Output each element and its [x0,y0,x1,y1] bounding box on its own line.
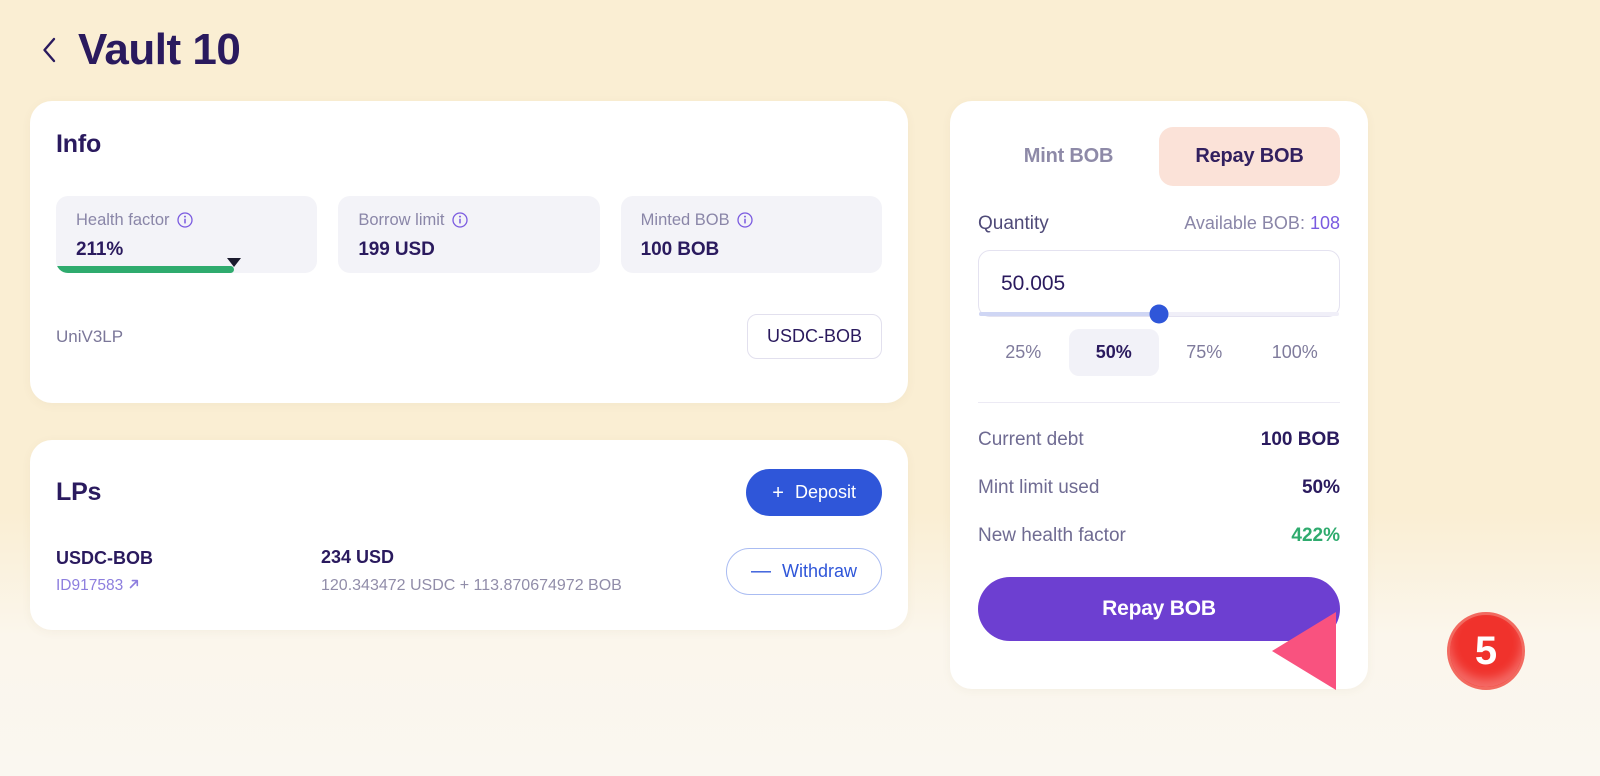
page-header: Vault 10 [0,0,1600,72]
summary-label-new-health-factor: New health factor [978,525,1126,546]
lp-usd-value: 234 USD [321,547,395,567]
tab-repay-bob[interactable]: Repay BOB [1159,127,1340,186]
right-column: Mint BOB Repay BOB Quantity Available BO… [950,101,1368,689]
health-factor-marker [226,258,241,267]
lp-id-text: ID917583 [56,576,124,594]
main-layout: Info Health factor 211% Borrow limit 199… [0,72,1600,689]
amount-input-wrap: 50.005 [978,250,1340,324]
pair-selector-pill[interactable]: USDC-BOB [746,314,882,359]
available-balance-value: 108 [1309,213,1340,233]
lps-card: LPs + Deposit USDC-BOB ID917583 234 USD … [30,440,908,630]
amount-slider-track[interactable] [979,304,1339,324]
lps-card-header: LPs + Deposit [56,469,882,516]
health-factor-bar [56,266,234,273]
stat-minted-bob: Minted BOB 100 BOB [620,196,882,273]
lp-amount-cell: 234 USD 120.343472 USDC + 113.870674972 … [321,547,726,595]
stat-borrow-limit: Borrow limit 199 USD [338,196,600,273]
deposit-button[interactable]: + Deposit [746,469,882,516]
withdraw-button[interactable]: — Withdraw [725,547,882,595]
lps-card-title: LPs [56,478,102,506]
info-protocol-row: UniV3LP USDC-BOB [56,314,882,359]
back-button[interactable] [38,33,60,67]
summary-row-new-health-factor: New health factor 422% [978,525,1340,547]
minus-icon: — [750,560,771,582]
stat-borrow-limit-value: 199 USD [358,238,435,260]
info-icon[interactable] [176,212,193,228]
external-link-icon [128,577,140,595]
quantity-header: Quantity Available BOB: 108 [978,213,1340,235]
stat-health-factor-label-text: Health factor [76,211,170,229]
withdraw-button-label: Withdraw [781,560,857,581]
stat-minted-bob-label-text: Minted BOB [640,211,730,229]
info-card-title: Info [56,130,102,158]
percent-preset-75[interactable]: 75% [1159,329,1250,376]
page-title: Vault 10 [78,25,241,74]
summary-row-mint-limit-used: Mint limit used 50% [978,477,1340,499]
quantity-label: Quantity [978,213,1049,234]
stat-health-factor-value: 211% [76,238,124,260]
stat-borrow-limit-label-text: Borrow limit [358,211,445,229]
info-card: Info Health factor 211% Borrow limit 199… [30,101,908,403]
panel-tabs: Mint BOB Repay BOB [978,127,1340,186]
tab-mint-bob[interactable]: Mint BOB [978,127,1159,186]
panel-divider [978,402,1340,403]
amount-slider-thumb[interactable] [1149,304,1169,324]
available-balance-prefix: Available BOB: [1184,213,1310,233]
action-panel: Mint BOB Repay BOB Quantity Available BO… [950,101,1368,689]
stat-borrow-limit-label: Borrow limit [358,212,579,229]
chevron-left-icon [41,37,57,63]
percent-presets: 25% 50% 75% 100% [978,329,1340,376]
protocol-label: UniV3LP [56,326,124,346]
left-column: Info Health factor 211% Borrow limit 199… [30,101,908,630]
amount-slider-fill [979,312,1159,316]
deposit-button-label: Deposit [794,482,856,502]
available-balance: Available BOB: 108 [1184,213,1340,234]
stat-health-factor: Health factor 211% [56,196,318,273]
lp-id-link[interactable]: ID917583 [56,577,140,595]
summary-value-current-debt: 100 BOB [1260,429,1340,450]
summary-label-current-debt: Current debt [978,429,1084,450]
summary-row-current-debt: Current debt 100 BOB [978,429,1340,451]
percent-preset-50[interactable]: 50% [1068,329,1159,376]
lp-pair-cell: USDC-BOB ID917583 [56,548,321,595]
percent-preset-25[interactable]: 25% [978,329,1069,376]
percent-preset-100[interactable]: 100% [1250,329,1341,376]
lp-pair-name: USDC-BOB [56,547,153,568]
plus-icon: + [772,481,784,504]
lp-table-row: USDC-BOB ID917583 234 USD 120.343472 USD… [56,547,882,595]
lp-token-breakdown: 120.343472 USDC + 113.870674972 BOB [321,577,622,594]
summary-value-new-health-factor: 422% [1291,525,1340,546]
stat-minted-bob-label: Minted BOB [641,212,862,229]
summary-value-mint-limit-used: 50% [1301,477,1340,498]
repay-bob-submit-button[interactable]: Repay BOB [978,577,1340,641]
info-stats-row: Health factor 211% Borrow limit 199 USD … [56,196,882,273]
stat-minted-bob-value: 100 BOB [640,238,720,260]
summary-label-mint-limit-used: Mint limit used [978,477,1100,498]
info-icon[interactable] [451,212,468,228]
info-icon[interactable] [736,212,753,228]
stat-health-factor-label: Health factor [76,212,297,229]
